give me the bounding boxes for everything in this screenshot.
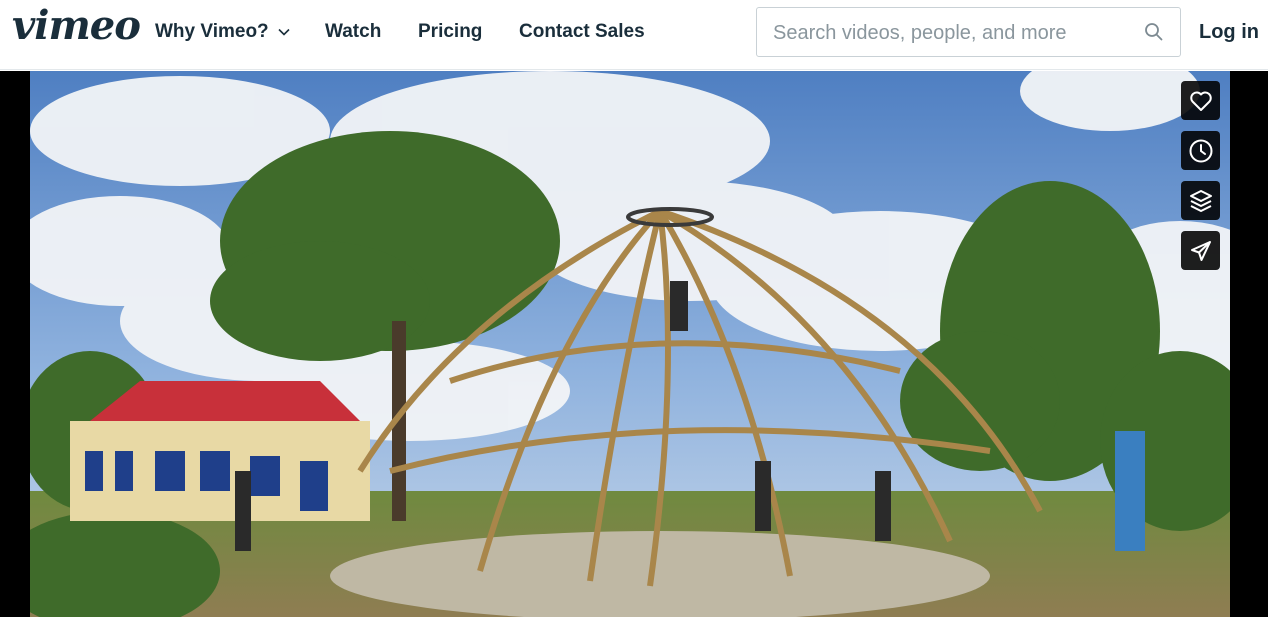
share-button[interactable] (1181, 231, 1220, 270)
layers-icon (1189, 189, 1212, 212)
video-frame[interactable] (30, 71, 1230, 617)
add-to-collection-button[interactable] (1181, 181, 1220, 220)
nav-contact-sales[interactable]: Contact Sales (519, 21, 645, 43)
video-player[interactable] (0, 71, 1268, 617)
nav-why-vimeo[interactable]: Why Vimeo? (155, 21, 290, 43)
nav-pricing[interactable]: Pricing (418, 21, 482, 43)
search-input[interactable] (771, 8, 1135, 58)
like-button[interactable] (1181, 81, 1220, 120)
clock-icon (1189, 139, 1212, 162)
top-navigation-bar: vimeo Why Vimeo? Watch Pricing Contact S… (0, 0, 1268, 70)
login-link[interactable]: Log in (1199, 21, 1259, 44)
heart-icon (1189, 91, 1212, 111)
watch-later-button[interactable] (1181, 131, 1220, 170)
search-box (756, 7, 1181, 58)
search-icon[interactable] (1144, 22, 1164, 42)
vimeo-logo[interactable]: vimeo (12, 2, 141, 49)
chevron-down-icon (278, 28, 290, 36)
nav-why-vimeo-label: Why Vimeo? (155, 21, 269, 42)
nav-watch[interactable]: Watch (325, 21, 381, 43)
paper-plane-icon (1190, 240, 1211, 261)
